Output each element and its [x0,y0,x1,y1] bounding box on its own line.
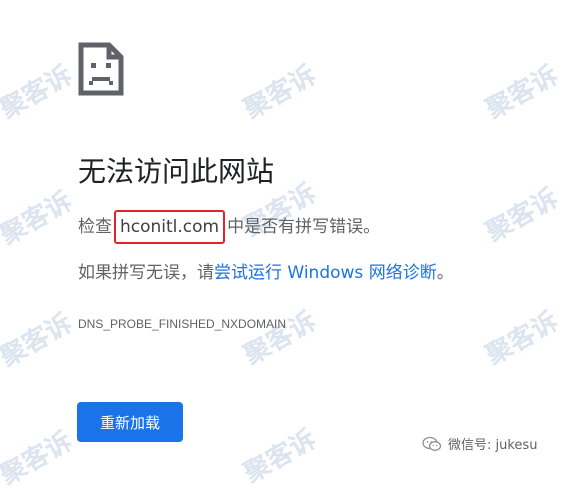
page-title: 无法访问此网站 [78,155,275,188]
check-prefix: 检查 [78,217,112,237]
reload-button[interactable]: 重新加载 [77,402,183,442]
suggestion-message: 如果拼写无误，请尝试运行 Windows 网络诊断。 [78,258,454,288]
watermark-text: 聚客诉 [480,60,562,126]
watermark-text: 聚客诉 [238,306,322,372]
wechat-icon [422,436,442,451]
watermark-text: 聚客诉 [480,183,562,249]
watermark-text: 聚客诉 [238,60,322,126]
check-suffix: 中是否有拼写错误。 [227,217,381,237]
check-message: 检查 hconitl.com 中是否有拼写错误。 [78,210,380,244]
wechat-label: 微信号: jukesu [448,438,538,453]
domain-highlight: hconitl.com [114,210,226,244]
suggestion-suffix: 。 [436,263,454,283]
network-diagnostics-link[interactable]: 尝试运行 Windows 网络诊断 [214,263,437,283]
sad-document-icon [78,42,124,96]
watermark-text: 聚客诉 [0,186,78,252]
watermark-text: 聚客诉 [480,306,562,372]
wechat-watermark: 微信号: jukesu [422,434,537,453]
watermark-text: 聚客诉 [0,308,78,374]
watermark-text: 聚客诉 [238,424,322,490]
error-code: DNS_PROBE_FINISHED_NXDOMAIN [78,317,287,331]
suggestion-prefix: 如果拼写无误，请 [78,263,214,283]
watermark-text: 聚客诉 [0,426,78,492]
watermark-text: 聚客诉 [0,60,78,126]
